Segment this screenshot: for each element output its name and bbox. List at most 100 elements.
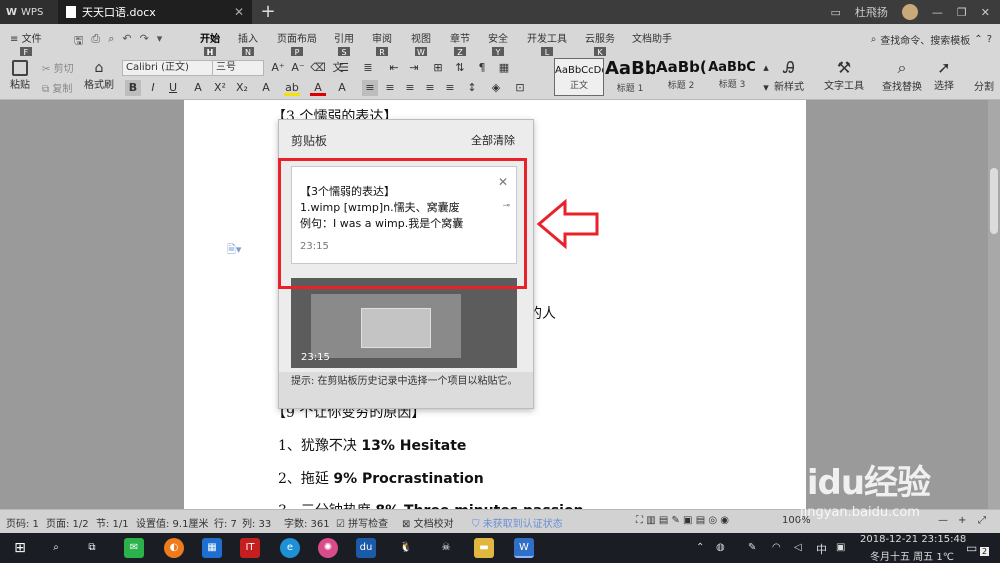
style-heading-1[interactable]: AaBb 标题 1 (605, 58, 655, 96)
justify-icon[interactable]: ≡ (422, 80, 438, 96)
expand-icon[interactable]: ⤢ (978, 515, 986, 526)
save-icon[interactable]: 🖫 (74, 32, 83, 51)
find-replace-button[interactable]: ⌕ 查找替换 (882, 58, 922, 93)
tab-cloud[interactable]: 云服务 K (585, 30, 615, 58)
paragraph-marker-icon[interactable]: 🗎▾ (227, 241, 241, 260)
style-heading-2[interactable]: AaBb( 标题 2 (656, 58, 706, 96)
subscript-icon[interactable]: X₂ (234, 80, 250, 96)
auth-status[interactable]: ⛉ 未获取到认证状态 (472, 515, 563, 530)
strikethrough-icon[interactable]: A (190, 80, 206, 96)
table-icon[interactable]: ⊞ (430, 60, 446, 76)
avatar[interactable] (901, 4, 918, 20)
ie-browser-icon[interactable]: e (280, 538, 300, 558)
numbering-icon[interactable]: ≣ (360, 60, 376, 76)
spell-check-button[interactable]: ☑ 拼写检查 (336, 515, 388, 530)
tab-review[interactable]: 审阅 R (372, 30, 392, 58)
zoom-out-icon[interactable]: — (938, 515, 948, 526)
print-icon[interactable]: ⎙ (91, 32, 100, 51)
grow-font-icon[interactable]: A⁺ (270, 60, 286, 76)
volume-icon[interactable]: ◁ (794, 542, 802, 553)
clear-all-button[interactable]: 全部清除 (471, 132, 515, 148)
globe-icon[interactable]: ◎ (708, 515, 717, 526)
wifi-icon[interactable]: ◠ (772, 542, 781, 553)
maximize-icon[interactable]: ❐ (957, 6, 967, 19)
ime-indicator[interactable]: 中 (816, 541, 827, 557)
close-tab-icon[interactable]: ✕ (234, 5, 244, 19)
windows-start-icon[interactable]: ⊞ (10, 538, 30, 558)
eye-icon[interactable]: ◉ (720, 515, 729, 526)
align-center-icon[interactable]: ≡ (382, 80, 398, 96)
chevron-up-icon[interactable]: ⌃ (974, 34, 982, 45)
align-left-icon[interactable]: ≡ (362, 80, 378, 96)
text-effect-icon[interactable]: A (258, 80, 274, 96)
tab-developer[interactable]: 开发工具 L (527, 30, 567, 58)
clock-datetime[interactable]: 2018-12-21 23:15:48 (860, 534, 966, 545)
wechat-icon[interactable]: ✉ (124, 538, 144, 558)
customize-icon[interactable]: ▾ (157, 32, 163, 51)
table-app-icon[interactable]: ▦ (202, 538, 222, 558)
status-column[interactable]: 列: 33 (242, 515, 271, 530)
web-layout-icon[interactable]: ▤ (659, 515, 668, 526)
new-style-button[interactable]: Ꭿ 新样式 (774, 58, 804, 93)
status-pages[interactable]: 页面: 1/2 (46, 515, 89, 530)
increase-indent-icon[interactable]: ⇥ (406, 60, 422, 76)
border-icon[interactable]: ⊡ (512, 80, 528, 96)
task-view-icon[interactable]: ⧉ (82, 538, 102, 558)
clipboard-item-image[interactable]: 23:15 (291, 278, 517, 368)
clear-format-icon[interactable]: ⌫ (310, 60, 326, 76)
undo-icon[interactable]: ↶ (122, 32, 131, 51)
file-explorer-icon[interactable]: ▬ (474, 538, 494, 558)
redo-icon[interactable]: ↷ (140, 32, 149, 51)
user-name[interactable]: 杜飛扬 (855, 4, 888, 20)
style-normal[interactable]: AaBbCcDd 正文 (554, 58, 604, 96)
style-heading-3[interactable]: AaBbC 标题 3 (707, 58, 757, 96)
new-tab-button[interactable]: + (258, 2, 278, 22)
styles-scroll-down-icon[interactable]: ▾ (758, 80, 774, 96)
tab-page-layout[interactable]: 页面布局 P (277, 30, 317, 58)
status-page-number[interactable]: 页码: 1 (6, 515, 39, 530)
underline-icon[interactable]: U (165, 80, 181, 96)
align-right-icon[interactable]: ≡ (402, 80, 418, 96)
cut-button[interactable]: ✂ 剪切 (42, 60, 74, 75)
tab-insert[interactable]: 插入 N (238, 30, 258, 58)
split-button[interactable]: 分割 (974, 78, 994, 93)
wps-writer-taskbar-icon[interactable]: W (514, 538, 534, 558)
show-marks-icon[interactable]: ¶ (474, 60, 490, 76)
char-border-icon[interactable]: A (334, 80, 350, 96)
styles-scroll-up-icon[interactable]: ▴ (758, 60, 774, 76)
superscript-icon[interactable]: X² (212, 80, 228, 96)
news-app-icon[interactable]: IT (240, 538, 260, 558)
qq-penguin-icon[interactable]: 🐧 (396, 538, 416, 558)
game-app-icon[interactable]: ☠ (436, 538, 456, 558)
minimize-icon[interactable]: — (932, 6, 943, 19)
outline-view-icon[interactable]: ▥ (646, 515, 655, 526)
text-tools-button[interactable]: ⚒ 文字工具 (824, 58, 864, 92)
tab-security[interactable]: 安全 Y (488, 30, 508, 58)
pen-icon[interactable]: ✎ (748, 542, 756, 553)
tab-view[interactable]: 视图 W (411, 30, 431, 58)
tab-doc-assistant[interactable]: 文档助手 (632, 30, 672, 45)
status-setting-value[interactable]: 设置值: 9.1厘米 (136, 515, 208, 530)
notification-app-icon[interactable]: ▣ (836, 542, 845, 553)
baidu-app-icon[interactable]: du (356, 538, 376, 558)
edit-icon[interactable]: ✎ (671, 515, 679, 526)
italic-icon[interactable]: I (145, 80, 161, 96)
status-section[interactable]: 节: 1/1 (96, 515, 129, 530)
action-center-icon[interactable]: ▭ (966, 541, 977, 555)
font-color-icon[interactable]: A (310, 80, 326, 96)
bold-icon[interactable]: B (125, 80, 141, 96)
format-painter-button[interactable]: ⌂ 格式刷 (84, 60, 114, 91)
status-row[interactable]: 行: 7 (214, 515, 237, 530)
reading-view-icon[interactable]: ▤ (696, 515, 705, 526)
doc-check-button[interactable]: ⊠ 文档校对 (402, 515, 454, 530)
close-window-icon[interactable]: ✕ (981, 6, 990, 19)
menu-file[interactable]: ≡ 文件 F (10, 30, 42, 58)
highlight-icon[interactable]: ab (284, 80, 300, 96)
shrink-font-icon[interactable]: A⁻ (290, 60, 306, 76)
search-icon[interactable]: ⌕ (46, 538, 66, 558)
tab-sections[interactable]: 章节 Z (450, 30, 470, 58)
decrease-indent-icon[interactable]: ⇤ (386, 60, 402, 76)
color-wheel-app-icon[interactable]: ✺ (318, 538, 338, 558)
bullets-icon[interactable]: ☰ (336, 60, 352, 76)
font-size-select[interactable]: 三号 (212, 60, 264, 76)
